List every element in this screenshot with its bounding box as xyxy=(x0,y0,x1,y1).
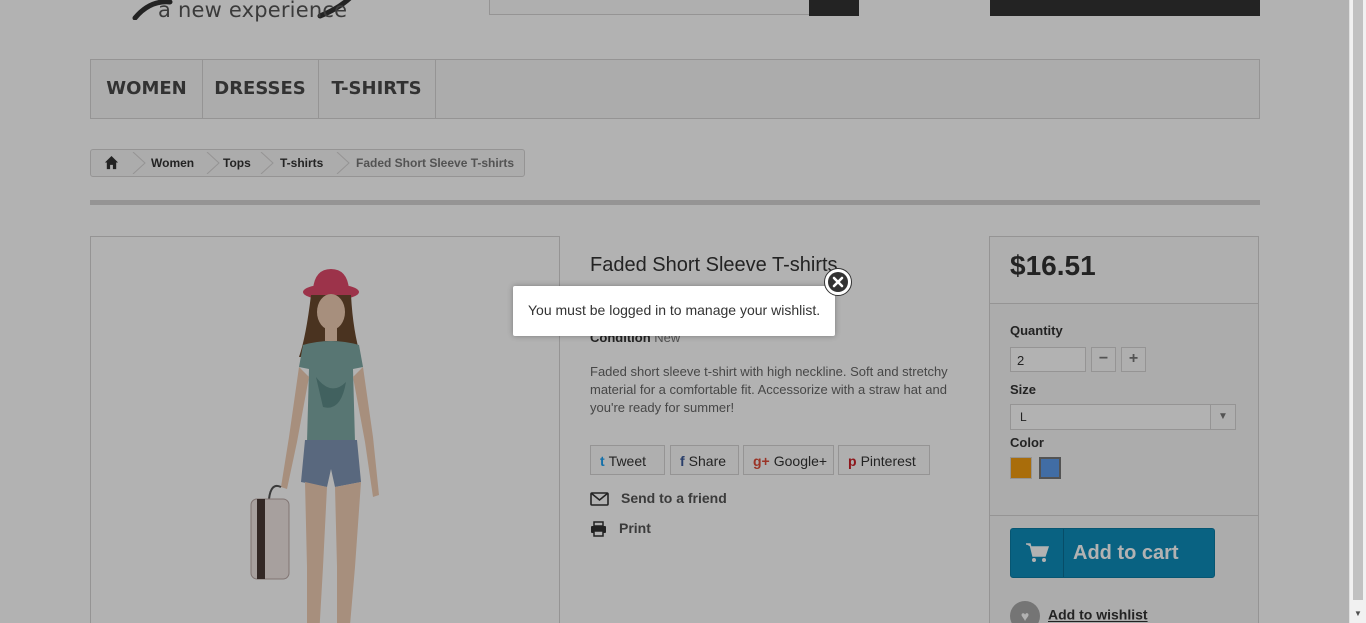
modal-close-button[interactable] xyxy=(824,268,852,296)
page-scrollbar[interactable]: ▼ xyxy=(1349,0,1366,623)
close-icon xyxy=(828,272,848,292)
scroll-down-arrow-icon[interactable]: ▼ xyxy=(1354,609,1362,618)
modal-message: You must be logged in to manage your wis… xyxy=(528,302,821,318)
product-page: a new experience WOMEN DRESSES T-SHIRTS … xyxy=(0,0,1349,623)
wishlist-login-modal: You must be logged in to manage your wis… xyxy=(513,286,835,336)
scrollbar-thumb[interactable] xyxy=(1353,0,1363,600)
